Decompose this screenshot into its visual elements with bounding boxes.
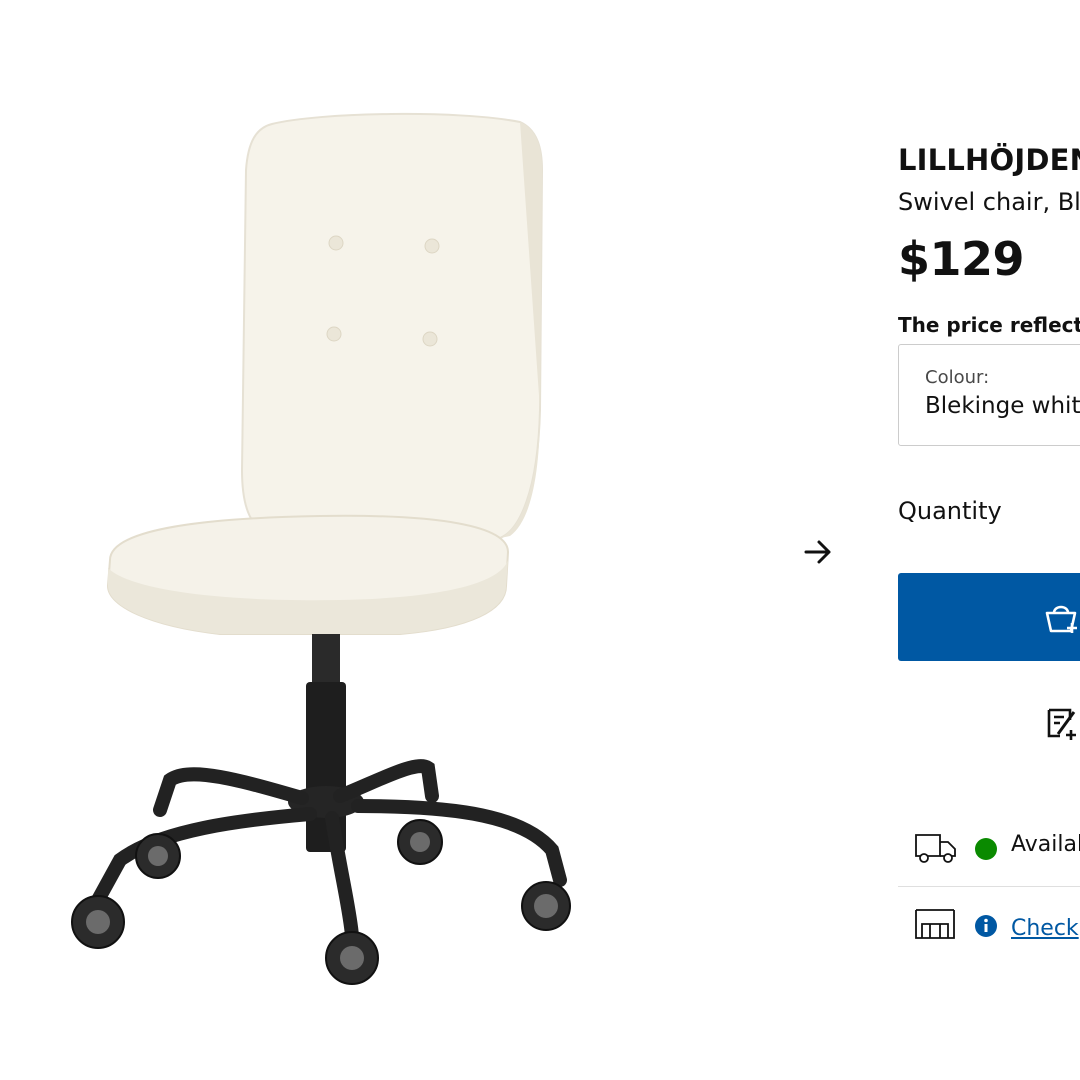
product-image[interactable]: [40, 90, 620, 1010]
price-note: The price reflects: [898, 313, 1080, 337]
colour-label: Colour:: [925, 367, 990, 388]
delivery-status-text: Availab: [1011, 832, 1080, 857]
check-store-link[interactable]: Check: [1011, 916, 1079, 941]
colour-value: Blekinge whit: [925, 393, 1080, 419]
shopping-bag-add-icon: [1044, 601, 1080, 635]
product-description: Swivel chair, Ble: [898, 188, 1080, 216]
add-to-bag-button[interactable]: [898, 573, 1080, 661]
product-name: LILLHÖJDEN: [898, 143, 1080, 177]
add-to-list-icon[interactable]: [1046, 706, 1080, 742]
store-availability: Check: [898, 906, 1080, 950]
truck-icon: [914, 832, 958, 864]
product-page: LILLHÖJDEN Swivel chair, Ble $129 The pr…: [0, 0, 1080, 1080]
info-icon: [974, 914, 998, 938]
quantity-label: Quantity: [898, 497, 1002, 525]
divider: [898, 886, 1080, 887]
available-status-dot: [975, 838, 997, 860]
product-price: $129: [898, 232, 1025, 286]
arrow-right-icon[interactable]: [800, 534, 836, 570]
delivery-availability: Availab: [898, 828, 1080, 870]
store-icon: [914, 908, 958, 942]
colour-selector[interactable]: Colour: Blekinge whit: [898, 344, 1080, 446]
product-info-panel: LILLHÖJDEN Swivel chair, Ble $129 The pr…: [898, 0, 1080, 1080]
